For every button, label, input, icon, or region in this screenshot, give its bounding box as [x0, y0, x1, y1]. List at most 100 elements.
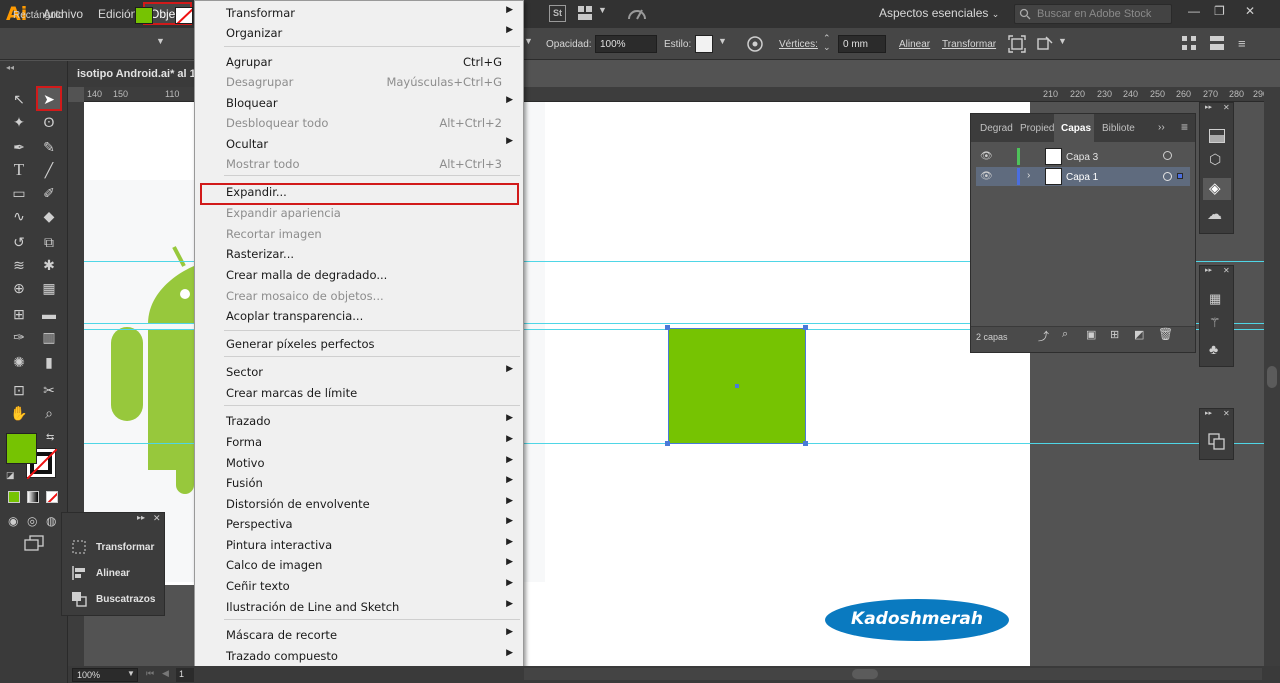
menu-item[interactable]: Sector ▶	[194, 362, 522, 382]
tab-capas[interactable]: Capas	[1061, 123, 1091, 134]
tab-propiedades[interactable]: Propied	[1020, 123, 1054, 134]
opacity-field[interactable]: 100%	[595, 35, 657, 53]
export-icon[interactable]: ⤴	[1038, 328, 1049, 344]
target-icon[interactable]	[1163, 172, 1172, 181]
menu-item[interactable]: Generar píxeles perfectos	[194, 334, 522, 354]
type-tool-icon[interactable]: T	[8, 160, 30, 180]
slice-tool-icon[interactable]: ✂	[38, 380, 60, 400]
lasso-icon[interactable]: ʘ	[38, 112, 60, 132]
clipping-mask-icon[interactable]: ▣	[1086, 328, 1096, 341]
eyedropper-icon[interactable]: ✑	[8, 327, 30, 347]
stroke-swatch[interactable]	[175, 7, 193, 24]
tab-bibliotecas[interactable]: Bibliote	[1102, 123, 1135, 134]
menu-item[interactable]: Ceñir texto ▶	[194, 576, 522, 596]
chevron-down-icon[interactable]: ▼	[524, 36, 533, 46]
collapse-icon[interactable]: ◂◂	[6, 63, 14, 72]
shaper-tool-icon[interactable]: ∿	[8, 206, 30, 226]
draw-normal-icon[interactable]: ◉	[8, 514, 18, 528]
stock-icon[interactable]: St	[549, 5, 566, 22]
more-tabs-icon[interactable]: ››	[1158, 122, 1165, 133]
target-icon[interactable]	[1163, 151, 1172, 160]
vertical-scroll-thumb[interactable]	[1267, 366, 1277, 388]
symbols-icon[interactable]: ♣	[1209, 341, 1218, 357]
gradient-mode-icon[interactable]	[27, 491, 39, 503]
menu-item[interactable]: Trazado compuesto ▶	[194, 646, 522, 666]
panel-pathfinder[interactable]: Buscatrazos	[96, 594, 155, 605]
selection-handle[interactable]	[665, 325, 670, 330]
rectangle-tool-icon[interactable]: ▭	[8, 183, 30, 203]
eraser-icon[interactable]: ◆	[38, 206, 60, 226]
first-artboard-icon[interactable]: ⏮	[146, 668, 154, 679]
width-tool-icon[interactable]: ≋	[8, 255, 30, 275]
expand-icon[interactable]: ▸▸	[1205, 103, 1212, 111]
gradient-tool-icon[interactable]: ▬	[38, 304, 60, 324]
menu-item[interactable]: Acoplar transparencia...	[194, 306, 522, 326]
column-graph-icon[interactable]: ▮	[38, 352, 60, 372]
color-mode-icon[interactable]	[8, 491, 20, 503]
direct-selection-tool-icon[interactable]: ➤	[38, 89, 60, 109]
rotate-tool-icon[interactable]: ↺	[8, 232, 30, 252]
stepper-icon[interactable]: ⌃ ⌄	[823, 34, 831, 52]
panel-align[interactable]: Alinear	[96, 568, 130, 579]
layer-name[interactable]: Capa 3	[1066, 152, 1098, 163]
brushes-icon[interactable]: ⚚	[1209, 315, 1221, 331]
menu-item[interactable]: Fusión ▶	[194, 473, 522, 493]
vertices-field[interactable]: 0 mm	[838, 35, 886, 53]
close-icon[interactable]: ✕	[1223, 409, 1230, 418]
puppet-warp-icon[interactable]: ✱	[38, 255, 60, 275]
expand-icon[interactable]: ▸▸	[1205, 409, 1212, 417]
layer-name[interactable]: Capa 1	[1066, 172, 1098, 183]
chevron-down-icon[interactable]: ▼	[718, 36, 727, 46]
chevron-down-icon[interactable]: ▼	[156, 36, 165, 46]
menu-item[interactable]: Motivo ▶	[194, 453, 522, 473]
artboard-number-field[interactable]: 1	[176, 668, 194, 682]
adobe-stock-search-input[interactable]: Buscar en Adobe Stock	[1014, 4, 1172, 24]
document-tab[interactable]: isotipo Android.ai* al 10	[77, 68, 202, 80]
fill-swatch[interactable]	[135, 7, 153, 24]
curvature-tool-icon[interactable]: ✎	[38, 137, 60, 157]
panel-layout-icon[interactable]	[1210, 36, 1224, 50]
locate-object-icon[interactable]: ⌕	[1062, 328, 1068, 341]
menu-item[interactable]: Calco de imagen ▶	[194, 555, 522, 575]
recolor-icon[interactable]	[746, 35, 764, 53]
panel-menu-icon[interactable]: ≡	[1181, 120, 1188, 134]
minimize-icon[interactable]: —	[1188, 4, 1200, 18]
isolate-icon[interactable]	[1008, 35, 1026, 53]
chevron-down-icon[interactable]: ▼	[598, 5, 607, 15]
hand-tool-icon[interactable]: ✋	[8, 403, 30, 423]
expand-icon[interactable]: ▸▸	[137, 513, 145, 522]
menu-item[interactable]: Máscara de recorte ▶	[194, 625, 522, 645]
mesh-tool-icon[interactable]: ⊞	[8, 304, 30, 324]
menu-item[interactable]: Distorsión de envolvente ▶	[194, 494, 522, 514]
magic-wand-icon[interactable]: ✦	[8, 112, 30, 132]
chevron-down-icon[interactable]: ▼	[1058, 36, 1067, 46]
trash-icon[interactable]: 🗑	[1158, 327, 1173, 341]
menu-item[interactable]: Crear malla de degradado...	[194, 265, 522, 285]
menu-item[interactable]: Rasterizar...	[194, 244, 522, 264]
horizontal-scrollbar[interactable]	[524, 668, 1262, 680]
close-icon[interactable]: ✕	[1223, 103, 1230, 112]
panel-transform[interactable]: Transformar	[96, 542, 154, 553]
menu-item[interactable]: Forma ▶	[194, 432, 522, 452]
selection-tool-icon[interactable]: ↖	[8, 89, 30, 109]
artboards-icon[interactable]	[1208, 433, 1226, 451]
symbol-sprayer-icon[interactable]: ✺	[8, 352, 30, 372]
eye-icon[interactable]: 👁	[980, 171, 993, 182]
close-icon[interactable]: ✕	[1245, 4, 1255, 18]
new-layer-icon[interactable]: ◩	[1134, 328, 1144, 341]
selection-handle[interactable]	[665, 441, 670, 446]
default-colors-icon[interactable]: ◪	[6, 470, 15, 481]
graph-tool-icon[interactable]: ▥	[38, 327, 60, 347]
zoom-tool-icon[interactable]: ⌕	[38, 403, 60, 423]
prev-artboard-icon[interactable]: ◀	[162, 668, 169, 679]
menu-item[interactable]: Pintura interactiva ▶	[194, 535, 522, 555]
menu-item[interactable]: Bloquear ▶	[194, 93, 522, 113]
screen-mode-icon[interactable]	[24, 535, 44, 551]
close-icon[interactable]: ✕	[153, 513, 161, 524]
properties-panel-icon[interactable]: ⬡	[1209, 151, 1221, 168]
expand-icon[interactable]: ▸▸	[1205, 266, 1212, 274]
menu-item[interactable]: Trazado ▶	[194, 411, 522, 431]
close-icon[interactable]: ✕	[1223, 266, 1230, 275]
transform-link[interactable]: Transformar	[942, 39, 996, 50]
align-link[interactable]: Alinear	[899, 39, 930, 50]
